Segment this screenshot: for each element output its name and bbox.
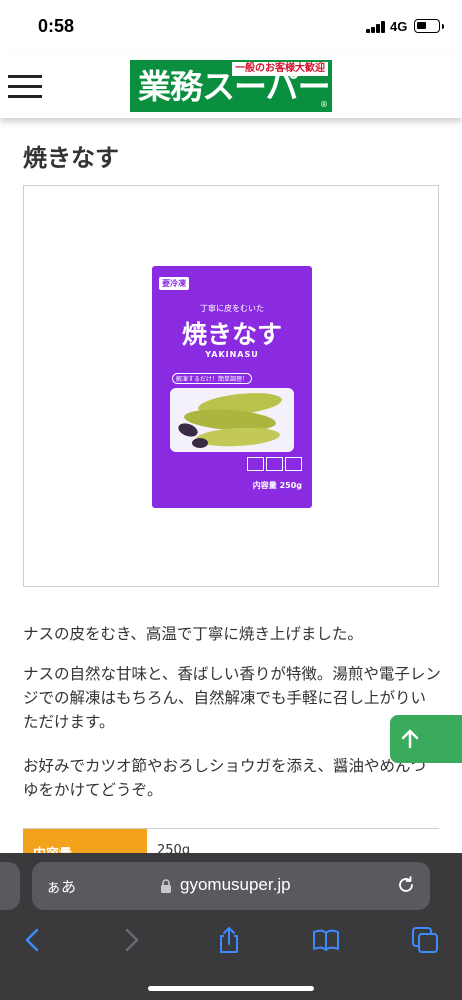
package-name: 焼きなす bbox=[181, 320, 282, 349]
scroll-top-button[interactable] bbox=[390, 715, 462, 763]
spec-table: 内容量 250g bbox=[23, 828, 439, 862]
package-romaji: YAKINASU bbox=[205, 350, 259, 359]
reader-settings-button[interactable]: ぁあ bbox=[46, 876, 76, 897]
previous-tab-peek[interactable] bbox=[0, 862, 20, 910]
address-bar[interactable]: ぁあ gyomusuper.jp bbox=[32, 862, 430, 910]
product-package-image: 要冷凍 丁寧に皮をむいた 焼きなす YAKINASU 解凍するだけ！簡単調理！ … bbox=[152, 266, 312, 508]
package-note: 解凍するだけ！簡単調理！ bbox=[172, 373, 253, 384]
forward-icon[interactable] bbox=[116, 925, 146, 955]
package-icons bbox=[245, 456, 302, 475]
page-title: 焼きなす bbox=[23, 144, 119, 172]
battery-icon bbox=[414, 19, 444, 33]
logo-registered-mark: ® bbox=[320, 100, 328, 109]
package-badge: 要冷凍 bbox=[159, 277, 189, 290]
description-paragraph: お好みでカツオ節やおろしショウガを添え、醤油やめんつゆをかけてどうぞ。 bbox=[23, 757, 427, 799]
status-bar: 0:58 4G bbox=[0, 0, 462, 54]
product-image-frame: 要冷凍 丁寧に皮をむいた 焼きなす YAKINASU 解凍するだけ！簡単調理！ … bbox=[23, 185, 439, 587]
share-icon[interactable] bbox=[214, 925, 244, 955]
url-text: gyomusuper.jp bbox=[180, 875, 291, 894]
site-logo[interactable]: 業務スーパー 一般のお客様大歓迎 ® bbox=[130, 60, 332, 112]
package-subtitle: 丁寧に皮をむいた bbox=[200, 304, 264, 313]
back-icon[interactable] bbox=[18, 925, 48, 955]
eggplant-window bbox=[170, 388, 294, 452]
reload-icon[interactable] bbox=[396, 875, 416, 895]
status-time: 0:58 bbox=[38, 16, 75, 36]
bookmarks-icon[interactable] bbox=[311, 925, 341, 955]
tabs-icon[interactable] bbox=[410, 925, 440, 955]
home-indicator bbox=[148, 986, 314, 991]
menu-icon[interactable] bbox=[8, 71, 42, 101]
arrow-up-icon bbox=[401, 729, 419, 749]
description-paragraph: ナスの自然な甘味と、香ばしい香りが特徴。湯煎や電子レンジでの解凍はもちろん、自然… bbox=[23, 665, 441, 731]
logo-tagline: 一般のお客様大歓迎 bbox=[232, 62, 328, 76]
network-type: 4G bbox=[390, 19, 408, 34]
description-paragraph: ナスの皮をむき、高温で丁寧に焼き上げました。 bbox=[23, 625, 363, 643]
signal-icon bbox=[366, 21, 386, 33]
package-weight: 内容量 250g bbox=[252, 481, 302, 490]
lock-icon bbox=[161, 879, 171, 893]
site-header: 業務スーパー 一般のお客様大歓迎 ® bbox=[0, 54, 462, 118]
